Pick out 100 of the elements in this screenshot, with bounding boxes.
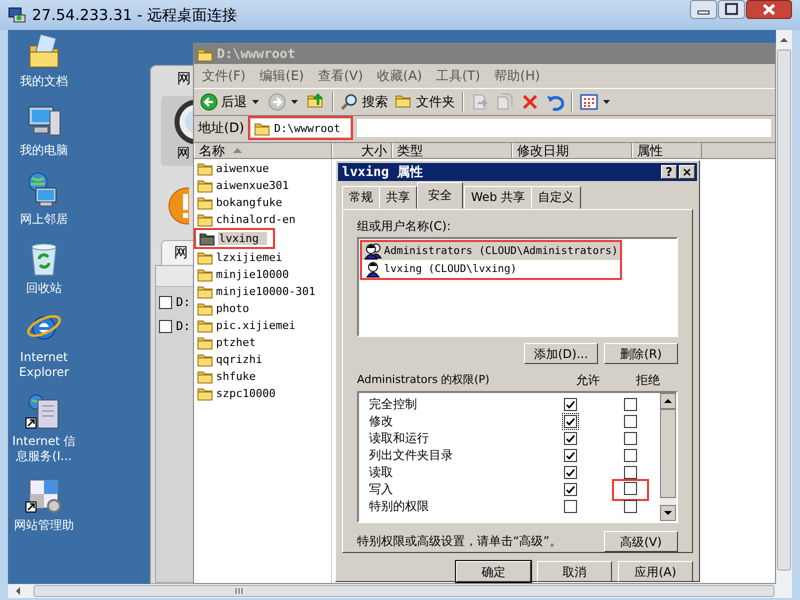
- folder-icon: [197, 386, 213, 401]
- checkbox[interactable]: [624, 415, 636, 428]
- column-header: 允许: [575, 372, 601, 389]
- folder-icon: [197, 250, 213, 265]
- menu-item[interactable]: 帮助(H): [494, 67, 540, 85]
- vertical-scrollbar[interactable]: [776, 30, 792, 584]
- advanced-button[interactable]: 高级(V): [604, 531, 678, 552]
- file-item[interactable]: shfuke: [194, 368, 331, 385]
- file-item[interactable]: photo: [194, 300, 331, 317]
- permission-name: 完全控制: [369, 396, 418, 413]
- user-icon: [364, 260, 382, 278]
- file-item[interactable]: aiwenxue301: [194, 177, 331, 194]
- forward-icon[interactable]: [268, 93, 286, 111]
- button[interactable]: 取消: [537, 561, 612, 582]
- desktop-icon-label[interactable]: 我的电脑: [8, 143, 80, 158]
- user-item[interactable]: lvxing (CLOUD\lvxing): [362, 260, 620, 278]
- column-header[interactable]: 名称: [194, 143, 332, 158]
- list-label: Administrators 的权限(P): [357, 372, 490, 388]
- list-item[interactable]: D:: [176, 319, 190, 333]
- close-icon[interactable]: [746, 0, 792, 19]
- tab[interactable]: Web 共享: [464, 186, 532, 209]
- checkbox[interactable]: [564, 449, 576, 462]
- list-item[interactable]: D:: [176, 295, 190, 309]
- remote-desktop-icon: [8, 7, 26, 23]
- delete-icon[interactable]: [521, 93, 539, 111]
- search-icon: [341, 93, 359, 111]
- column-header[interactable]: 大小: [332, 143, 392, 158]
- button[interactable]: 应用(A): [618, 561, 693, 582]
- checkbox[interactable]: [564, 466, 576, 479]
- maximize-icon[interactable]: [718, 0, 745, 19]
- desktop-icon-label[interactable]: 网站管理助: [8, 518, 80, 533]
- checkbox[interactable]: [624, 500, 636, 513]
- dropdown-caret-icon[interactable]: [291, 100, 298, 104]
- file-item[interactable]: aiwenxue: [194, 160, 331, 177]
- dropdown-caret-icon[interactable]: [252, 100, 259, 104]
- folder-icon: [197, 267, 213, 282]
- horizontal-scrollbar[interactable]: [8, 584, 792, 598]
- file-item[interactable]: szpc10000: [194, 385, 331, 402]
- dropdown-caret-icon[interactable]: [603, 100, 610, 104]
- tab[interactable]: 安全: [417, 182, 463, 209]
- checkbox[interactable]: [624, 482, 636, 494]
- tab[interactable]: 自定义: [530, 186, 581, 209]
- folder-icon: [197, 161, 213, 176]
- desktop-icon-label[interactable]: 我的文档: [8, 74, 80, 89]
- desktop-icon-label[interactable]: Internet 信息服务(I...: [8, 434, 80, 464]
- desktop-icon-label[interactable]: 回收站: [8, 281, 80, 296]
- permission-name: 读取: [369, 464, 394, 481]
- button[interactable]: 添加(D)...: [524, 343, 598, 364]
- folder-icon: [197, 195, 213, 210]
- file-item[interactable]: minjie10000-301: [194, 283, 331, 300]
- checkbox[interactable]: [159, 296, 172, 308]
- checkbox[interactable]: [624, 466, 636, 479]
- close-button[interactable]: ×: [679, 165, 695, 179]
- toolbar-button[interactable]: 文件夹: [393, 93, 457, 111]
- file-item[interactable]: bokangfuke: [194, 194, 331, 211]
- tab[interactable]: 共享: [379, 186, 417, 209]
- menu-item[interactable]: 工具(T): [436, 67, 480, 85]
- file-item[interactable]: lvxing: [196, 230, 273, 247]
- file-item[interactable]: ptzhet: [194, 334, 331, 351]
- toolbar-button[interactable]: 后退: [198, 93, 249, 111]
- user-item[interactable]: Administrators (CLOUD\Administrators): [362, 242, 620, 260]
- checkbox[interactable]: [564, 398, 576, 411]
- sort-ascending-icon: [233, 148, 242, 153]
- file-item[interactable]: lzxijiemei: [194, 249, 331, 266]
- permission-name: 列出文件夹目录: [369, 447, 454, 464]
- toolbar-button[interactable]: 搜索: [339, 93, 390, 111]
- file-item[interactable]: chinalord-en: [194, 211, 331, 228]
- desktop-icon-label[interactable]: 网上邻居: [8, 212, 80, 227]
- menu-item[interactable]: 收藏(A): [377, 67, 422, 85]
- menu-item[interactable]: 编辑(E): [260, 67, 304, 85]
- column-header[interactable]: 属性: [632, 143, 702, 158]
- menu-item[interactable]: 查看(V): [318, 67, 364, 85]
- tab[interactable]: 常规: [342, 186, 380, 209]
- checkbox[interactable]: [564, 500, 576, 513]
- help-button[interactable]: ?: [661, 165, 677, 179]
- file-item[interactable]: qqrizhi: [194, 351, 331, 368]
- window-title: D:\wwwroot: [217, 46, 296, 62]
- folder-icon: [197, 301, 213, 316]
- column-header[interactable]: 修改日期: [512, 143, 632, 158]
- column-header[interactable]: 类型: [392, 143, 512, 158]
- checkbox[interactable]: [159, 320, 172, 332]
- button[interactable]: 确定: [456, 561, 531, 582]
- checkbox[interactable]: [624, 449, 636, 462]
- checkbox[interactable]: [564, 483, 576, 496]
- button[interactable]: 删除(R): [604, 343, 678, 364]
- checkbox[interactable]: [564, 432, 576, 445]
- views-icon[interactable]: [580, 93, 598, 111]
- undo-icon[interactable]: [546, 93, 564, 111]
- desktop-icon-label[interactable]: Internet Explorer: [8, 350, 80, 380]
- scrollbar[interactable]: [660, 393, 676, 521]
- minimize-icon[interactable]: [690, 0, 717, 19]
- file-item[interactable]: pic.xijiemei: [194, 317, 331, 334]
- checkbox[interactable]: [624, 398, 636, 411]
- checkbox[interactable]: [564, 415, 576, 428]
- menu-item[interactable]: 文件(F): [202, 67, 246, 85]
- checkbox[interactable]: [624, 432, 636, 445]
- file-item[interactable]: minjie10000: [194, 266, 331, 283]
- folder-icon: [254, 120, 270, 136]
- address-field[interactable]: D:\wwwroot: [251, 119, 350, 137]
- tab[interactable]: 网: [161, 240, 194, 265]
